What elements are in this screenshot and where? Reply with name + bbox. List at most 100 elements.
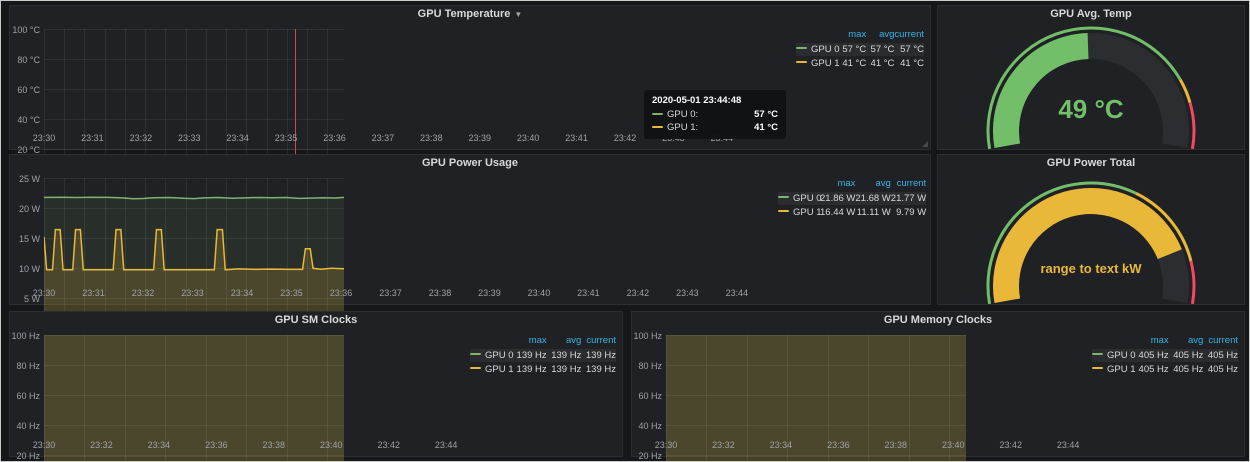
x-tick-label: 23:35 [280, 288, 303, 298]
gpu-sm-clocks-legend: maxavgcurrentGPU 0139 Hz139 Hz139 HzGPU … [470, 334, 616, 376]
y-tick-label: 40 °C [17, 115, 40, 125]
x-tick-label: 23:42 [614, 133, 637, 143]
x-tick-label: 23:35 [275, 133, 298, 143]
legend-series-value: 139 Hz [581, 349, 616, 362]
legend-header[interactable]: avg [1169, 334, 1204, 348]
panel-gpu-avg-temp: GPU Avg. Temp 49 °C [937, 5, 1245, 150]
legend-series-value: 139 Hz [547, 363, 582, 376]
y-tick-label: 15 W [19, 234, 40, 244]
x-tick-label: 23:36 [827, 440, 850, 450]
tooltip-row: GPU 1: 41 °C [652, 122, 778, 133]
y-tick-label: 25 W [19, 174, 40, 184]
x-tick-label: 23:37 [372, 133, 395, 143]
legend-header[interactable]: max [1134, 334, 1169, 348]
legend-series-name[interactable]: GPU 0 [796, 43, 838, 56]
x-tick-label: 23:38 [263, 440, 286, 450]
legend-series-value: 139 Hz [512, 363, 547, 376]
legend-series-name[interactable]: GPU 1 [1092, 363, 1134, 376]
legend-series-value: 405 Hz [1134, 349, 1169, 362]
gpu-power-usage-legend: maxavgcurrentGPU 021.86 W21.68 W21.77 WG… [778, 177, 924, 219]
gpu-power-usage-x-axis: 23:3023:3123:3223:3323:3423:3523:3623:37… [44, 288, 778, 301]
legend-header[interactable]: avg [866, 28, 894, 42]
legend-series-value: 405 Hz [1134, 363, 1169, 376]
gpu-power-usage-chart[interactable] [44, 178, 344, 328]
y-tick-label: 60 °C [17, 85, 40, 95]
legend-header[interactable]: current [891, 177, 926, 191]
panel-title-gpu-avg-temp[interactable]: GPU Avg. Temp [938, 6, 1244, 23]
series-swatch [470, 353, 481, 355]
panel-gpu-power-usage: GPU Power Usage 0 W5 W10 W15 W20 W25 W 2… [9, 154, 931, 305]
series-swatch-gpu0 [652, 113, 663, 115]
x-tick-label: 23:34 [148, 440, 171, 450]
panel-resize-handle[interactable] [922, 141, 928, 147]
gpu-memory-clocks-y-axis: 0 Hz20 Hz40 Hz60 Hz80 Hz100 Hz [632, 335, 664, 437]
legend-series-name[interactable]: GPU 0 [778, 192, 820, 205]
legend-header[interactable]: avg [855, 177, 890, 191]
x-tick-label: 23:31 [81, 133, 104, 143]
panel-title-gpu-sm-clocks[interactable]: GPU SM Clocks [10, 312, 622, 329]
legend-header[interactable]: max [512, 334, 547, 348]
tooltip-series-name: GPU 0: [667, 109, 698, 120]
x-tick-label: 23:34 [231, 288, 254, 298]
legend-header[interactable]: max [838, 28, 866, 42]
gpu-power-total-gauge [938, 172, 1244, 304]
legend-series-value: 9.79 W [891, 206, 926, 219]
legend-series-value: 41 °C [894, 57, 924, 70]
gpu-sm-clocks-chart-body: 0 Hz20 Hz40 Hz60 Hz80 Hz100 Hz 23:3023:3… [10, 329, 622, 456]
x-tick-label: 23:44 [726, 288, 749, 298]
chevron-down-icon[interactable]: ▼ [514, 10, 522, 19]
legend-series-value: 11.11 W [855, 206, 890, 219]
x-tick-label: 23:30 [655, 440, 678, 450]
legend-header[interactable]: current [894, 28, 924, 42]
series-swatch [796, 47, 807, 49]
series-swatch [1092, 367, 1103, 369]
legend-series-name[interactable]: GPU 0 [470, 349, 512, 362]
y-tick-label: 100 Hz [11, 331, 40, 341]
grafana-dashboard: GPU Temperature▼ 0 °C20 °C40 °C60 °C80 °… [0, 0, 1250, 462]
legend-header[interactable]: current [1203, 334, 1238, 348]
x-tick-label: 23:38 [885, 440, 908, 450]
legend-series-value: 21.86 W [820, 192, 855, 205]
legend-series-value: 57 °C [838, 43, 866, 56]
panel-title-text: GPU Power Total [1047, 157, 1135, 169]
x-tick-label: 23:40 [528, 288, 551, 298]
panel-title-text: GPU SM Clocks [275, 314, 358, 326]
legend-series-name[interactable]: GPU 1 [470, 363, 512, 376]
legend-series-value: 41 °C [866, 57, 894, 70]
panel-title-gpu-power-usage[interactable]: GPU Power Usage [10, 155, 930, 172]
legend-series-value: 57 °C [866, 43, 894, 56]
legend-header[interactable]: current [581, 334, 616, 348]
series-swatch [778, 196, 789, 198]
gpu-temperature-legend: maxavgcurrentGPU 057 °C57 °C57 °CGPU 141… [796, 28, 924, 70]
panel-gpu-temperature: GPU Temperature▼ 0 °C20 °C40 °C60 °C80 °… [9, 5, 931, 150]
legend-series-name[interactable]: GPU 1 [778, 206, 820, 219]
panel-title-gpu-temperature[interactable]: GPU Temperature▼ [10, 6, 930, 23]
x-tick-label: 23:42 [377, 440, 400, 450]
y-tick-label: 40 Hz [638, 421, 662, 431]
panel-gpu-sm-clocks: GPU SM Clocks 0 Hz20 Hz40 Hz60 Hz80 Hz10… [9, 311, 623, 457]
legend-header[interactable]: max [820, 177, 855, 191]
series-swatch [470, 367, 481, 369]
x-tick-label: 23:30 [33, 133, 56, 143]
legend-series-name[interactable]: GPU 1 [796, 57, 838, 70]
x-tick-label: 23:30 [33, 440, 56, 450]
gpu-temperature-tooltip: 2020-05-01 23:44:48 GPU 0: 57 °C GPU 1: … [644, 90, 786, 139]
y-tick-label: 20 W [19, 204, 40, 214]
x-tick-label: 23:43 [676, 288, 699, 298]
x-tick-label: 23:34 [770, 440, 793, 450]
x-tick-label: 23:36 [330, 288, 353, 298]
legend-header[interactable]: avg [547, 334, 582, 348]
legend-series-value: 405 Hz [1169, 363, 1204, 376]
x-tick-label: 23:31 [82, 288, 105, 298]
gpu-memory-clocks-chart-body: 0 Hz20 Hz40 Hz60 Hz80 Hz100 Hz 23:30 23:3… [632, 329, 1244, 456]
panel-title-text: GPU Avg. Temp [1050, 8, 1132, 20]
tooltip-series-value: 57 °C [754, 109, 778, 120]
panel-title-gpu-power-total[interactable]: GPU Power Total [938, 155, 1244, 172]
legend-series-value: 139 Hz [547, 349, 582, 362]
series-swatch [778, 210, 789, 212]
x-tick-label: 23:42 [627, 288, 650, 298]
legend-series-name[interactable]: GPU 0 [1092, 349, 1134, 362]
panel-title-gpu-memory-clocks[interactable]: GPU Memory Clocks [632, 312, 1244, 329]
panel-title-text: GPU Memory Clocks [884, 314, 992, 326]
tooltip-series-value: 41 °C [754, 122, 778, 133]
